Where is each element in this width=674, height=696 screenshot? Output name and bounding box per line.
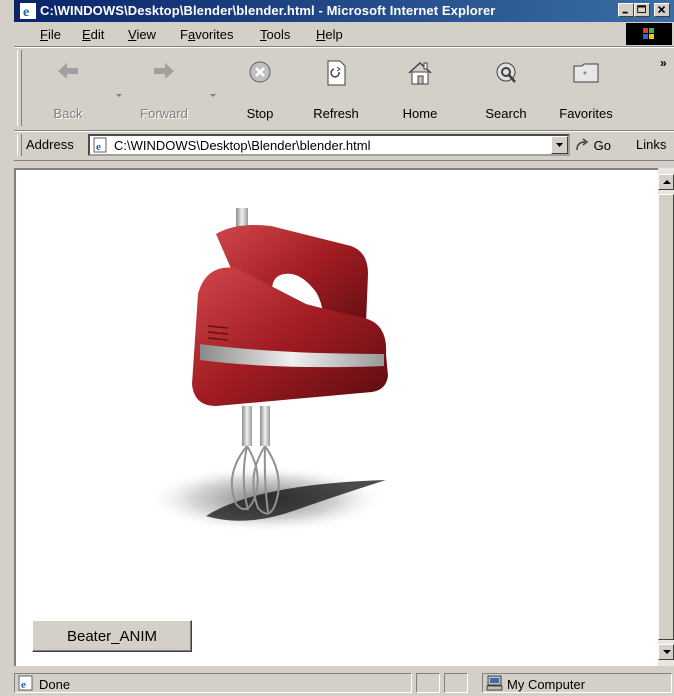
address-dropdown-button[interactable] [551,136,568,154]
minimize-icon [622,11,628,14]
close-button[interactable] [654,3,670,17]
favorites-folder-icon: * [573,63,599,83]
maximize-icon [637,5,646,13]
svg-text:e: e [21,679,26,691]
my-computer-icon [486,675,503,691]
forward-button[interactable]: Forward [132,52,196,126]
window-title: C:\WINDOWS\Desktop\Blender\blender.html … [40,3,496,18]
refresh-button[interactable]: Refresh [304,52,368,126]
standard-toolbar: Back Forward Stop Refresh Home Search * … [14,47,674,131]
forward-arrow-icon [154,63,174,79]
back-dropdown-icon[interactable] [116,94,122,97]
arrow-down-icon [663,650,671,654]
home-button[interactable]: Home [388,52,452,126]
status-pane-main: e Done [14,673,412,693]
back-arrow-icon [58,63,78,79]
favorites-button[interactable]: * Favorites [554,52,618,126]
minimize-button[interactable] [618,3,634,17]
close-icon [657,5,666,14]
address-grip[interactable] [17,134,22,156]
menu-file[interactable]: File [40,27,61,42]
status-pane-security [444,673,468,693]
windows-logo-icon [626,23,672,45]
chevron-down-icon [556,143,563,147]
scrollbar-thumb[interactable] [658,194,674,640]
maximize-button[interactable] [634,3,650,17]
go-arrow-icon [576,138,589,151]
search-button[interactable]: Search [474,52,538,126]
scroll-up-button[interactable] [658,174,674,190]
ie-logo-icon: e [20,3,36,19]
zone-text: My Computer [507,677,586,692]
toolbar-overflow-chevron[interactable]: » [660,56,667,70]
status-pane-progress [416,673,440,693]
links-button[interactable]: Links [636,137,666,152]
svg-text:*: * [583,70,587,81]
hand-mixer-image [146,208,388,533]
address-bar: Address e C:\WINDOWS\Desktop\Blender\ble… [14,131,674,161]
menu-view[interactable]: View [128,27,156,42]
svg-text:e: e [96,141,101,153]
address-url[interactable]: C:\WINDOWS\Desktop\Blender\blender.html [114,138,370,153]
status-text: Done [39,677,71,692]
address-label: Address [26,137,74,152]
title-bar[interactable]: e C:\WINDOWS\Desktop\Blender\blender.htm… [14,0,674,22]
menu-edit[interactable]: Edit [82,27,104,42]
menu-tools[interactable]: Tools [260,27,290,42]
status-bar: e Done My Computer [14,670,674,696]
home-icon [408,61,432,85]
menu-bar: File Edit View Favorites Tools Help [14,22,674,47]
arrow-up-icon [663,180,671,184]
search-icon [496,62,516,83]
menu-help[interactable]: Help [316,27,343,42]
toolbar-grip[interactable] [17,50,22,126]
menu-favorites[interactable]: Favorites [180,27,233,42]
refresh-icon [327,60,346,86]
vertical-scrollbar[interactable] [658,168,674,666]
scroll-down-button[interactable] [658,644,674,660]
back-button[interactable]: Back [36,52,100,126]
stop-icon [249,61,271,83]
status-pane-zone: My Computer [482,673,672,693]
beater-anim-button[interactable]: Beater_ANIM [32,620,192,652]
page-content: Beater_ANIM [14,168,658,666]
page-icon: e [93,137,107,153]
page-done-icon: e [18,675,33,691]
go-button[interactable]: Go [574,137,611,153]
forward-dropdown-icon[interactable] [210,94,216,97]
svg-text:e: e [23,5,29,19]
address-field[interactable]: e C:\WINDOWS\Desktop\Blender\blender.htm… [88,134,570,156]
stop-button[interactable]: Stop [228,52,292,126]
